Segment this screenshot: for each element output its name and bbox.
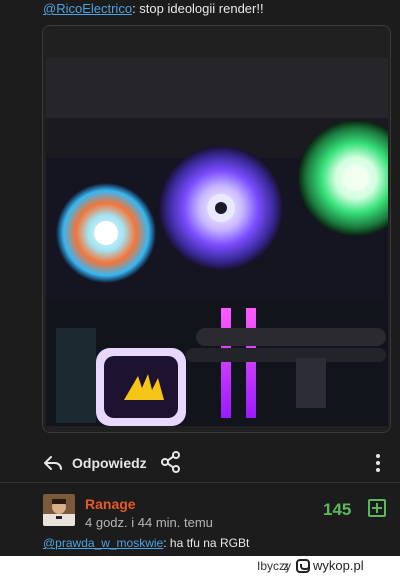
rgb-pc-illustration: [46, 58, 388, 426]
avatar[interactable]: [43, 494, 75, 526]
footer-via: z: [283, 559, 289, 573]
comment-username[interactable]: Ranage: [85, 496, 136, 512]
wykop-logo-text: wykop.pl: [313, 558, 364, 573]
more-options-button[interactable]: [370, 451, 386, 475]
share-icon: [161, 451, 180, 473]
wykop-logo-icon: [296, 558, 310, 573]
reply-button[interactable]: Odpowiedz: [44, 451, 147, 475]
comment-text: : stop ideologii render!!: [132, 1, 264, 16]
vote-count: 145: [323, 500, 352, 519]
comment-text: : ha tfu na RGBt: [163, 536, 250, 550]
wykop-logo: wykop.pl: [296, 558, 364, 573]
media-card: [42, 25, 391, 433]
comment-timestamp[interactable]: 4 godz. i 44 min. temu: [85, 515, 213, 530]
reply-arrow-icon: [44, 456, 62, 470]
user-avatar-image: [43, 494, 75, 526]
divider: [0, 482, 400, 483]
post-actions-bar: Odpowiedz: [0, 445, 400, 481]
comment-item: Ranage 4 godz. i 44 min. temu 145 @prawd…: [0, 488, 400, 558]
watermark-footer: Ibyczy z wykop.pl: [0, 556, 400, 577]
previous-comment-text: @RicoElectrico: stop ideologii render!!: [0, 0, 400, 28]
mention-link[interactable]: @RicoElectrico: [43, 1, 132, 16]
reply-label: Odpowiedz: [72, 455, 147, 471]
more-vertical-icon: [376, 454, 380, 472]
comment-body: @prawda_w_moskwie: ha tfu na RGBt: [43, 536, 249, 550]
mention-link[interactable]: @prawda_w_moskwie: [43, 536, 163, 550]
share-button[interactable]: [160, 451, 182, 473]
plus-square-icon[interactable]: [368, 499, 386, 517]
post-image[interactable]: [46, 58, 388, 426]
